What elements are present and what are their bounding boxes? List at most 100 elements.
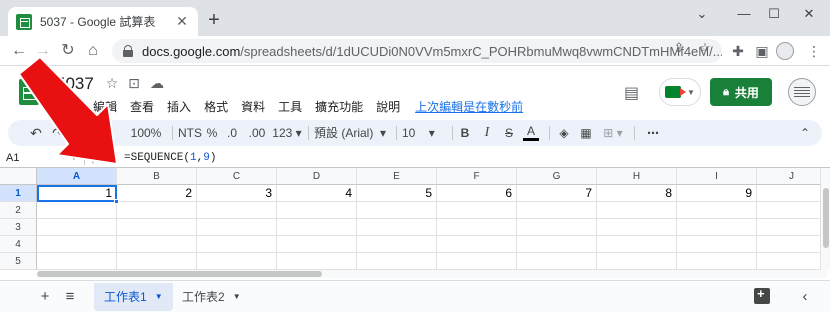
cell-c4[interactable] [197, 236, 277, 253]
column-header-a[interactable]: A [37, 168, 117, 185]
merge-cells-icon[interactable]: ⊞ ▾ [600, 124, 626, 142]
text-color-button[interactable]: A [523, 124, 539, 141]
increase-decimal-button[interactable]: .00 [246, 124, 268, 142]
cell-g1[interactable]: 7 [517, 185, 597, 202]
row-header-2[interactable]: 2 [0, 202, 37, 219]
add-sheet-icon[interactable]: + [36, 288, 54, 305]
font-family-select[interactable]: 預設 (Arial) ▾ [314, 124, 390, 142]
zoom-select[interactable]: 100% ▾ [126, 124, 166, 158]
share-button[interactable]: 🔒︎ 共用 [710, 78, 772, 106]
undo-icon[interactable]: ↶ [28, 124, 44, 142]
cell-i4[interactable] [677, 236, 757, 253]
last-edit-link[interactable]: 上次編輯是在數秒前 [415, 98, 523, 115]
more-options-icon[interactable]: ⋯ [644, 124, 662, 142]
home-icon[interactable]: ⌂ [82, 40, 104, 62]
cell-g3[interactable] [517, 219, 597, 236]
cell-f2[interactable] [437, 202, 517, 219]
cell-f4[interactable] [437, 236, 517, 253]
italic-button[interactable]: I [480, 124, 494, 142]
forward-icon[interactable]: → [32, 40, 54, 62]
formula-input[interactable]: =SEQUENCE(1,9) [124, 150, 216, 166]
select-all-corner[interactable] [0, 168, 37, 185]
cell-a2[interactable] [37, 202, 117, 219]
cell-f1[interactable]: 6 [437, 185, 517, 202]
menu-file[interactable]: 檔案 [56, 98, 80, 115]
paint-format-icon[interactable]: 🖌︎ [94, 124, 110, 142]
column-header-h[interactable]: H [597, 168, 677, 185]
vertical-scroll-thumb[interactable] [823, 188, 829, 248]
star-icon[interactable]: ☆ [103, 75, 121, 92]
cell-f5[interactable] [437, 253, 517, 270]
cell-j5[interactable] [757, 253, 820, 270]
menu-extensions[interactable]: 擴充功能 [315, 98, 363, 115]
cell-d5[interactable] [277, 253, 357, 270]
bold-button[interactable]: B [458, 124, 472, 142]
decrease-decimal-button[interactable]: .0 [224, 124, 240, 142]
cell-b1[interactable]: 2 [117, 185, 197, 202]
comment-history-icon[interactable]: ▤ [624, 83, 639, 103]
column-header-e[interactable]: E [357, 168, 437, 185]
menu-format[interactable]: 格式 [204, 98, 228, 115]
column-header-j[interactable]: J [757, 168, 820, 185]
cell-b4[interactable] [117, 236, 197, 253]
cell-a3[interactable] [37, 219, 117, 236]
column-header-b[interactable]: B [117, 168, 197, 185]
chevron-down-icon[interactable]: ▼ [70, 150, 78, 166]
cell-h3[interactable] [597, 219, 677, 236]
column-header-c[interactable]: C [197, 168, 277, 185]
row-header-3[interactable]: 3 [0, 219, 37, 236]
cell-j1[interactable] [757, 185, 820, 202]
cell-c1[interactable]: 3 [197, 185, 277, 202]
cell-h2[interactable] [597, 202, 677, 219]
menu-help[interactable]: 說明 [376, 98, 400, 115]
cell-h4[interactable] [597, 236, 677, 253]
row-header-1[interactable]: 1 [0, 185, 37, 202]
cell-d3[interactable] [277, 219, 357, 236]
column-header-f[interactable]: F [437, 168, 517, 185]
cell-g2[interactable] [517, 202, 597, 219]
cell-g4[interactable] [517, 236, 597, 253]
print-icon[interactable]: ⎙ [72, 124, 88, 142]
menu-view[interactable]: 查看 [130, 98, 154, 115]
menu-tools[interactable]: 工具 [278, 98, 302, 115]
strikethrough-button[interactable]: S [502, 124, 516, 142]
cell-i5[interactable] [677, 253, 757, 270]
cell-b3[interactable] [117, 219, 197, 236]
cell-c5[interactable] [197, 253, 277, 270]
row-header-5[interactable]: 5 [0, 253, 37, 270]
cell-e2[interactable] [357, 202, 437, 219]
cell-a4[interactable] [37, 236, 117, 253]
browser-tab[interactable]: 5037 - Google 試算表 ✕ [8, 7, 198, 36]
move-folder-icon[interactable]: ⊡ [125, 75, 143, 92]
menu-insert[interactable]: 插入 [167, 98, 191, 115]
maximize-button[interactable]: ☐ [760, 4, 788, 24]
close-tab-icon[interactable]: ✕ [174, 13, 190, 30]
menu-edit[interactable]: 編輯 [93, 98, 117, 115]
chrome-menu-icon[interactable]: ⋮ [804, 41, 824, 61]
more-formats-select[interactable]: 123 ▾ [271, 124, 303, 142]
cell-e5[interactable] [357, 253, 437, 270]
cell-b5[interactable] [117, 253, 197, 270]
back-icon[interactable]: ← [8, 40, 30, 62]
cell-e3[interactable] [357, 219, 437, 236]
cell-i1[interactable]: 9 [677, 185, 757, 202]
address-bar[interactable]: docs.google.com/spreadsheets/d/1dUCUDi0N… [112, 39, 722, 63]
close-window-button[interactable]: ✕ [795, 4, 823, 24]
percent-format-button[interactable]: % [206, 124, 218, 142]
minimize-button[interactable]: — [730, 4, 758, 24]
reload-icon[interactable]: ↻ [57, 40, 79, 62]
cell-j3[interactable] [757, 219, 820, 236]
borders-icon[interactable]: ▦ [578, 124, 594, 142]
profile-avatar[interactable] [776, 42, 794, 60]
sheet-tab-1[interactable]: 工作表1 ▼ [94, 283, 173, 311]
fill-color-icon[interactable]: ◈ [556, 124, 572, 142]
cell-b2[interactable] [117, 202, 197, 219]
document-title[interactable]: 5037 [56, 74, 94, 94]
column-header-g[interactable]: G [517, 168, 597, 185]
cell-d1[interactable]: 4 [277, 185, 357, 202]
cell-a5[interactable] [37, 253, 117, 270]
new-tab-button[interactable]: + [204, 10, 224, 30]
fill-handle[interactable] [114, 199, 119, 204]
column-header-i[interactable]: I [677, 168, 757, 185]
tab-search-button[interactable]: ⌄ [688, 4, 716, 24]
